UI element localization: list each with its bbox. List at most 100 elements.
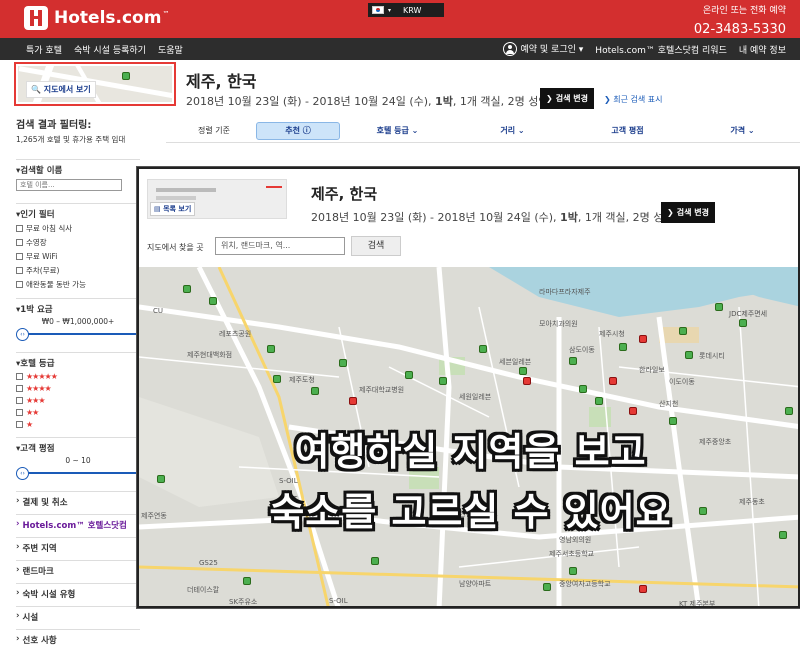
hotel-pin-icon[interactable] — [523, 377, 531, 385]
star-filter-5[interactable]: ★★★★★ — [16, 372, 140, 381]
hotels-brand-filter[interactable]: › Hotels.com™ 호텔스닷컴 — [16, 519, 140, 531]
preference-filter[interactable]: › 선호 사항 — [16, 634, 140, 646]
map-label: 세원일레븐 — [459, 393, 492, 401]
hotel-pin-icon[interactable] — [519, 367, 527, 375]
hotel-pin-icon[interactable] — [785, 407, 793, 415]
hotel-pin-icon[interactable] — [267, 345, 275, 353]
nav-deals[interactable]: 특가 호텔 — [26, 43, 62, 56]
map-label: 레포츠공원 — [219, 330, 252, 338]
sort-guest-rating[interactable]: 고객 평점 — [570, 125, 685, 136]
checkbox[interactable] — [16, 397, 23, 404]
locale-selector[interactable]: ▾ KRW — [368, 3, 444, 17]
star-filter-head[interactable]: ▾호텔 등급 — [16, 357, 140, 369]
nav-list-property[interactable]: 숙박 시설 등록하기 — [74, 43, 146, 56]
hotels-logo[interactable]: Hotels.com ™ — [24, 6, 169, 30]
hotel-pin-icon[interactable] — [273, 375, 281, 383]
payment-filter[interactable]: › 결제 및 취소 — [16, 496, 140, 508]
checkbox[interactable] — [16, 225, 23, 232]
popular-filter-parking[interactable]: 주차(무료) — [16, 265, 140, 276]
area-filter[interactable]: › 주변 지역 — [16, 542, 140, 554]
phone-number[interactable]: 02-3483-5330 — [694, 22, 786, 37]
slider-handle-icon[interactable]: ‹› — [16, 467, 29, 480]
nav-mytrips[interactable]: 내 예약 정보 — [739, 43, 786, 56]
change-search-button[interactable]: ❯ 검색 변경 — [540, 88, 594, 109]
star-filter-3[interactable]: ★★★ — [16, 396, 140, 405]
sort-star-rating[interactable]: 호텔 등급 ⌄ — [340, 125, 455, 136]
rating-filter-head[interactable]: ▾고객 평점 — [16, 442, 140, 454]
hotel-pin-icon[interactable] — [311, 387, 319, 395]
price-filter-head[interactable]: ▾1박 요금 — [16, 303, 140, 315]
landmark-filter[interactable]: › 랜드마크 — [16, 565, 140, 577]
map-view-button[interactable]: 🔍 지도에서 보기 — [26, 81, 96, 98]
overlay-change-search-button[interactable]: ❯ 검색 변경 — [661, 202, 715, 223]
hotel-pin-icon[interactable] — [739, 319, 747, 327]
checkbox[interactable] — [16, 421, 23, 428]
preference-label: 선호 사항 — [22, 636, 57, 646]
nav-help[interactable]: 도움말 — [158, 43, 183, 56]
rating-slider[interactable]: ‹› — [16, 467, 144, 480]
star-filter-1[interactable]: ★ — [16, 420, 140, 429]
checkbox[interactable] — [16, 409, 23, 416]
price-slider[interactable]: ‹› — [16, 328, 144, 341]
hotel-pin-icon[interactable] — [639, 585, 647, 593]
hotel-pin-icon[interactable] — [569, 567, 577, 575]
hotel-pin-icon[interactable] — [595, 397, 603, 405]
checkbox[interactable] — [16, 239, 23, 246]
popular-filter-pool[interactable]: 수영장 — [16, 237, 140, 248]
checkbox[interactable] — [16, 253, 23, 260]
hotel-pin-icon[interactable] — [609, 377, 617, 385]
star-filter-2[interactable]: ★★ — [16, 408, 140, 417]
list-view-thumbnail[interactable]: ▤ 목록 보기 — [147, 179, 287, 219]
map-search-input[interactable]: 위치, 랜드마크, 역... — [215, 237, 345, 255]
hotel-pin-icon[interactable] — [629, 407, 637, 415]
hotel-pin-icon[interactable] — [715, 303, 723, 311]
facility-filter[interactable]: › 시설 — [16, 611, 140, 623]
hotel-pin-icon[interactable] — [619, 343, 627, 351]
hotel-pin-icon[interactable] — [339, 359, 347, 367]
hotel-pin-icon[interactable] — [569, 357, 577, 365]
type-filter[interactable]: › 숙박 시설 유형 — [16, 588, 140, 600]
checkbox[interactable] — [16, 385, 23, 392]
hotel-pin-icon[interactable] — [243, 577, 251, 585]
hotel-pin-icon[interactable] — [439, 377, 447, 385]
hotel-pin-icon[interactable] — [405, 371, 413, 379]
nav-login[interactable]: 예약 및 로그인 ▾ — [502, 42, 583, 57]
hotel-pin-icon[interactable] — [639, 335, 647, 343]
hotel-name-input[interactable]: 호텔 이름... — [16, 179, 122, 191]
slider-handle-icon[interactable]: ‹› — [16, 328, 29, 341]
hotel-pin-icon[interactable] — [183, 285, 191, 293]
checkbox[interactable] — [16, 267, 23, 274]
nav-rewards[interactable]: Hotels.com™ 호텔스닷컴 리워드 — [595, 43, 727, 56]
map-label: 삼도이동 — [569, 346, 595, 354]
sort-price[interactable]: 가격 ⌄ — [685, 125, 800, 136]
hotel-pin-icon[interactable] — [371, 557, 379, 565]
checkbox[interactable] — [16, 373, 23, 380]
popular-filter-head[interactable]: ▾인기 필터 — [16, 208, 140, 220]
star-filter-4[interactable]: ★★★★ — [16, 384, 140, 393]
popular-filter-wifi[interactable]: 무료 WiFi — [16, 251, 140, 262]
popular-filter-breakfast[interactable]: 무료 아침 식사 — [16, 223, 140, 234]
map-view-label: 지도에서 보기 — [43, 85, 91, 94]
star-filter-label: 호텔 등급 — [20, 359, 55, 369]
list-view-button[interactable]: ▤ 목록 보기 — [150, 202, 196, 216]
checkbox[interactable] — [16, 281, 23, 288]
hotel-pin-icon[interactable] — [543, 583, 551, 591]
map-thumb-image: 🔍 지도에서 보기 — [18, 66, 172, 102]
hotel-pin-icon[interactable] — [479, 345, 487, 353]
map-view-thumbnail[interactable]: 🔍 지도에서 보기 — [14, 62, 176, 106]
city-map[interactable]: CU 제주현대백화점 레포츠공원 제주도청 제주대학교병원 세원일레븐 현대3차… — [139, 267, 798, 606]
recent-searches-link[interactable]: ❯ 최근 검색 표시 — [604, 94, 663, 105]
hotel-pin-icon[interactable] — [679, 327, 687, 335]
map-search-label: 지도에서 찾을 곳 — [147, 243, 204, 252]
hotel-pin-icon[interactable] — [209, 297, 217, 305]
name-filter-head[interactable]: ▾검색할 이름 — [16, 164, 140, 176]
sort-recommended[interactable]: 추천 ⓘ — [256, 121, 340, 140]
hotel-pin-icon[interactable] — [349, 397, 357, 405]
hotel-pin-icon[interactable] — [685, 351, 693, 359]
sort-distance[interactable]: 거리 ⌄ — [455, 125, 570, 136]
map-search-button[interactable]: 검색 — [351, 236, 401, 256]
map-label: 더테이스칼 — [187, 586, 220, 594]
hotel-pin-icon[interactable] — [579, 385, 587, 393]
area-label: 주변 지역 — [22, 544, 57, 554]
popular-filter-pets[interactable]: 애완동물 동반 가능 — [16, 279, 140, 290]
